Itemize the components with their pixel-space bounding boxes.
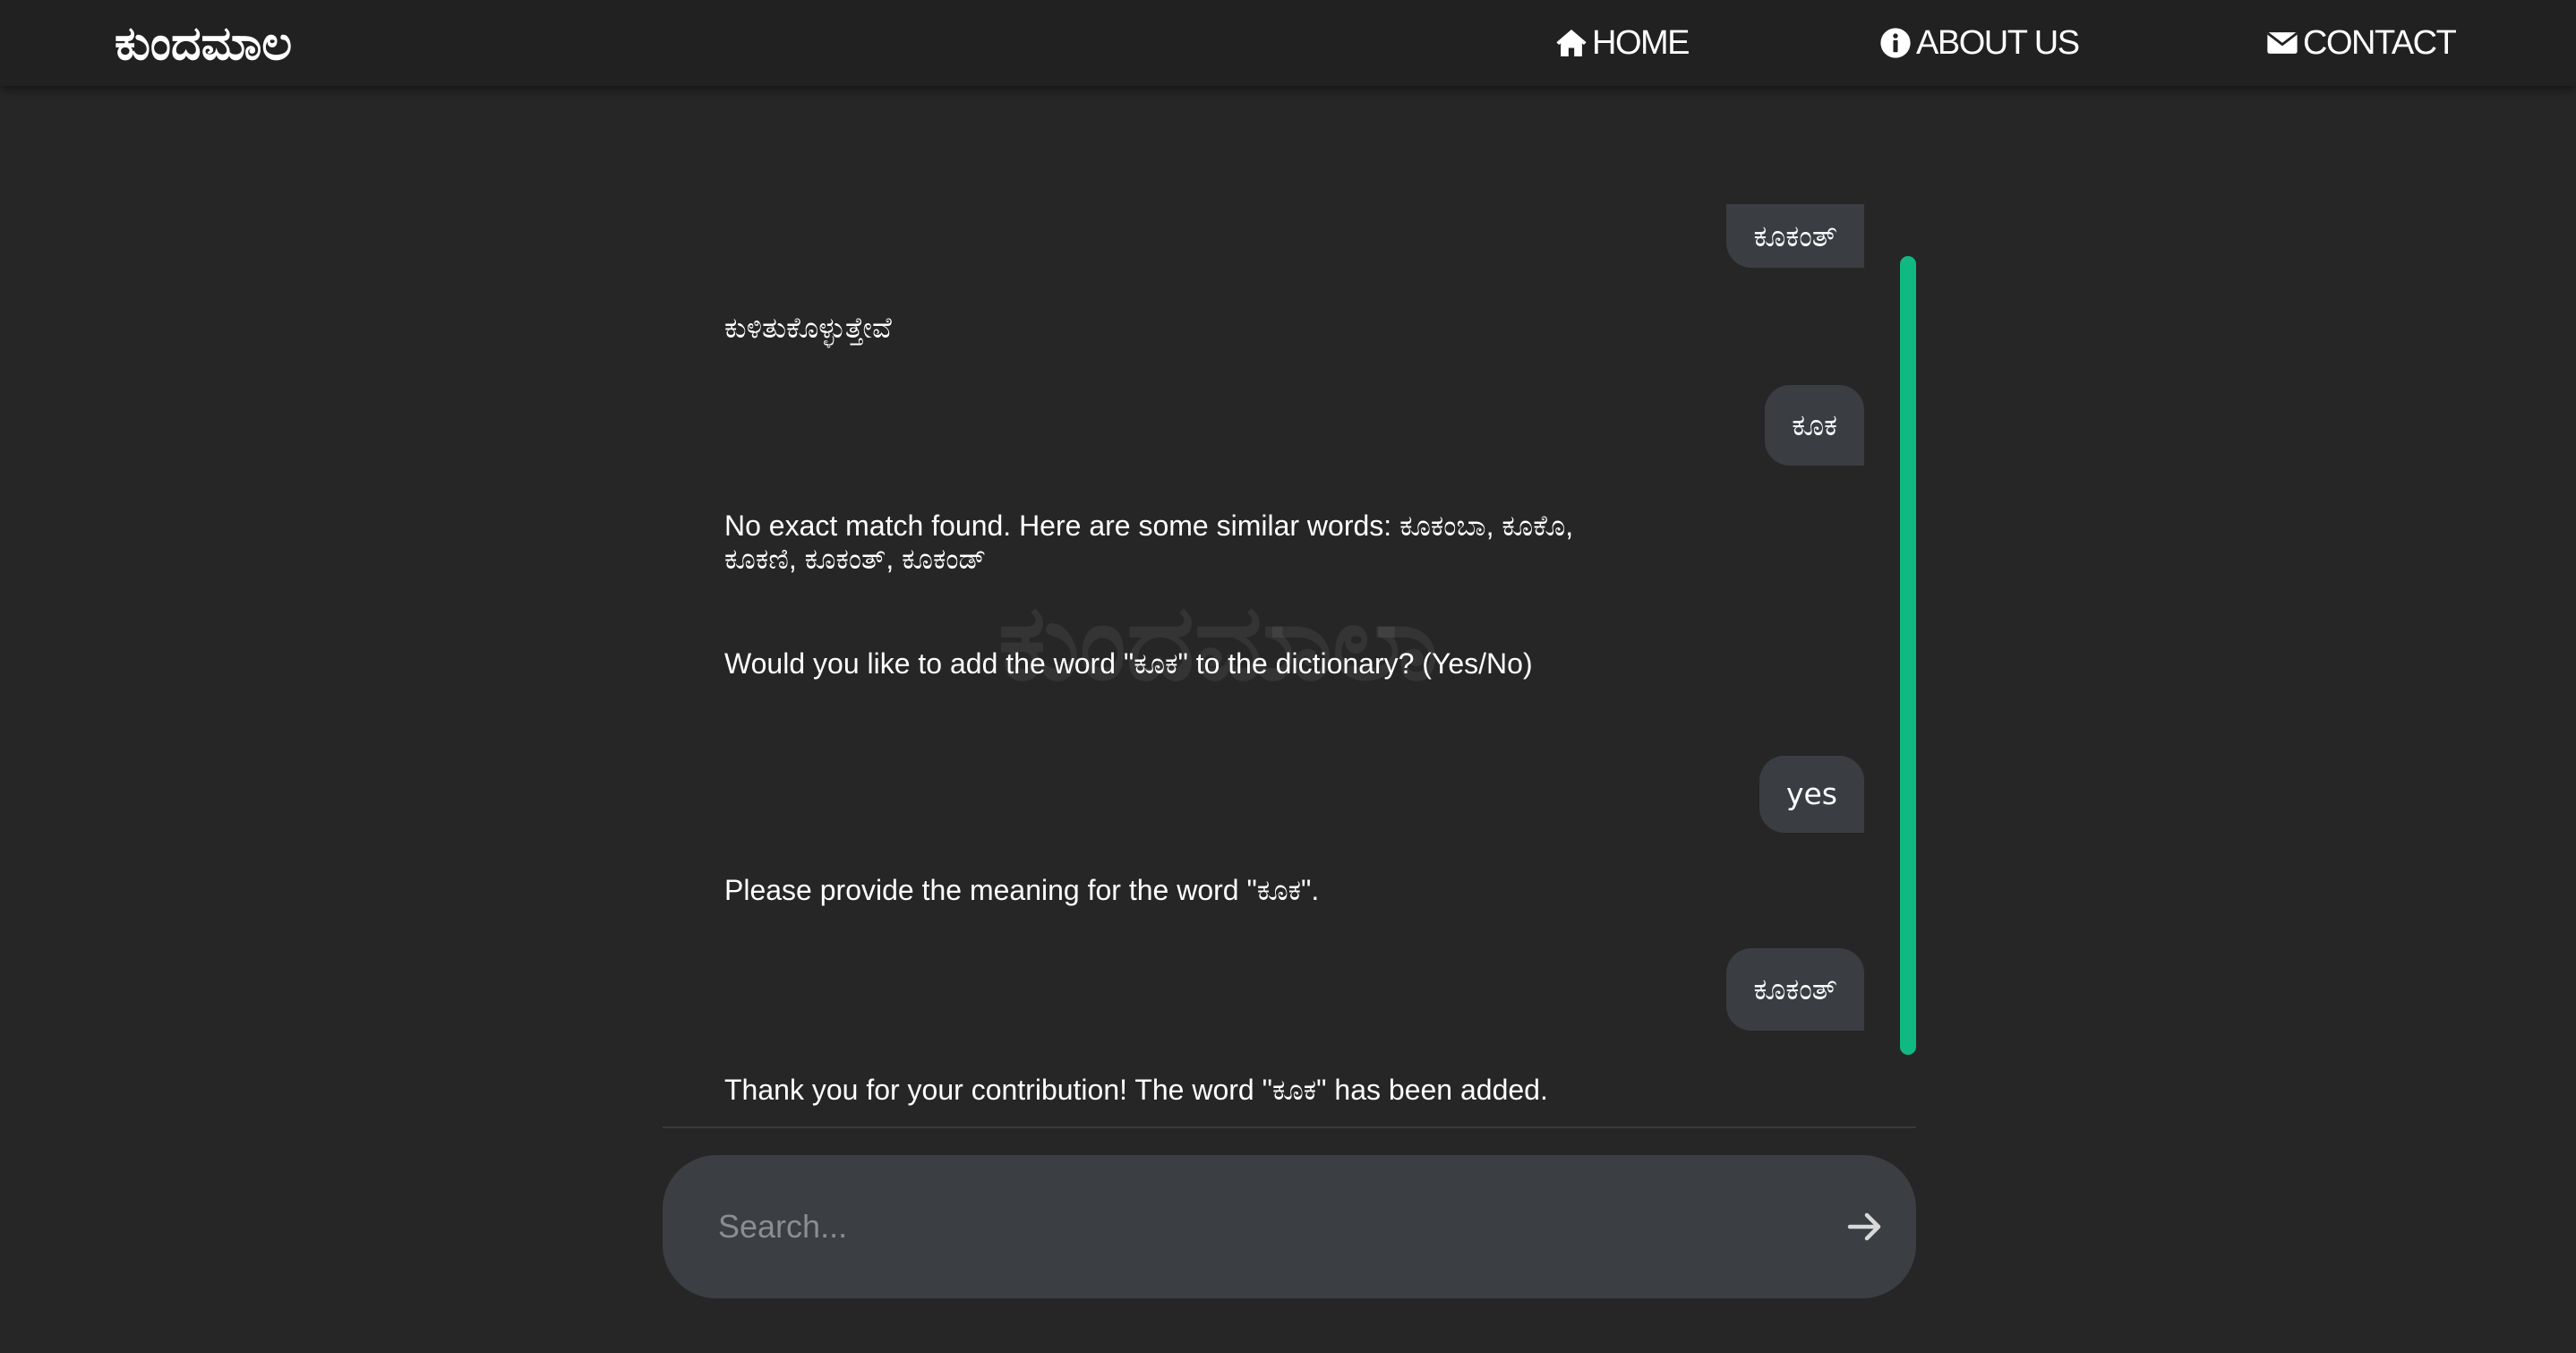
nav-home-link[interactable]: HOME — [1554, 20, 1690, 66]
envelope-icon — [2266, 32, 2298, 54]
brand-logo[interactable]: ಕುಂದಮಾಲ — [115, 13, 292, 75]
bot-message: ಕುಳಿತುಕೊಳ್ಳುತ್ತೇವೆ — [724, 312, 892, 344]
send-button[interactable] — [1843, 1205, 1886, 1248]
user-message-bubble: ಕೂಕಂತ್ — [1726, 204, 1864, 268]
bot-message: Thank you for your contribution! The wor… — [724, 1074, 1548, 1106]
navbar: ಕುಂದಮಾಲ HOME ABOUT US CONTACT — [0, 0, 2576, 86]
nav-about-label: ABOUT US — [1916, 23, 2080, 62]
nav-about-link[interactable]: ABOUT US — [1879, 20, 2080, 66]
nav-contact-link[interactable]: CONTACT — [2265, 20, 2457, 66]
nav-home-label: HOME — [1592, 23, 1690, 62]
bot-message: No exact match found. Here are some simi… — [724, 510, 1574, 575]
chat-history[interactable]: ಕೂಕಂತ್ ಕುಳಿತುಕೊಳ್ಳುತ್ತೇವೆ ಕೂಕ No exact m… — [663, 86, 1916, 1126]
divider — [663, 1126, 1916, 1128]
user-message-bubble: yes — [1759, 756, 1864, 833]
arrow-right-icon — [1847, 1212, 1881, 1241]
bot-message: Would you like to add the word "ಕೂಕ" to … — [724, 647, 1533, 680]
search-bar — [663, 1155, 1916, 1298]
search-input[interactable] — [718, 1191, 1775, 1263]
bot-message: Please provide the meaning for the word … — [724, 874, 1320, 906]
chat-scrollbar[interactable] — [1900, 256, 1916, 1055]
home-icon — [1556, 29, 1587, 57]
user-message-bubble: ಕೂಕ — [1765, 385, 1864, 466]
user-message-bubble: ಕೂಕಂತ್ — [1726, 948, 1864, 1031]
nav-contact-label: CONTACT — [2303, 23, 2457, 62]
info-circle-icon — [1880, 28, 1911, 58]
